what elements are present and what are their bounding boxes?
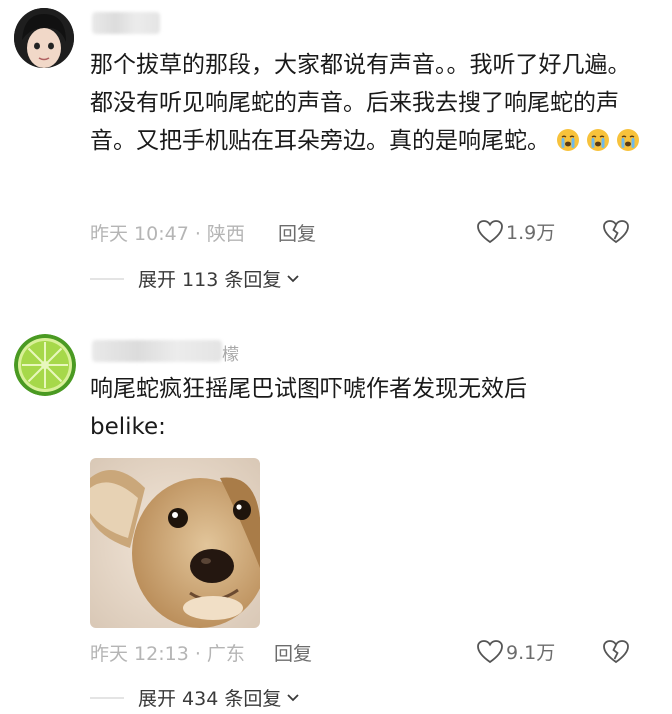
comment-text: 那个拔草的那段，大家都说有声音。。我听了好几遍。都没有听见响尾蛇的声音。后来我去… (90, 46, 640, 160)
expand-replies-label: 展开 113 条回复 (138, 269, 282, 291)
attached-dog-image[interactable] (90, 458, 260, 628)
heart-icon (477, 639, 503, 663)
broken-heart-icon[interactable] (602, 639, 630, 665)
like-count: 9.1万 (506, 642, 556, 664)
username-redacted (92, 340, 222, 362)
divider (90, 696, 124, 699)
expand-replies-label: 展开 434 条回复 (138, 688, 282, 710)
reply-button[interactable]: 回复 (278, 219, 316, 246)
user-avatar[interactable] (14, 8, 74, 68)
comment-timestamp-location: 昨天 12:13 · 广东 (90, 643, 245, 665)
comment-timestamp-location: 昨天 10:47 · 陕西 (90, 223, 245, 245)
heart-icon (477, 219, 503, 243)
comment-text-line-1: 响尾蛇疯狂摇尾巴试图吓唬作者发现无效后 (90, 376, 527, 402)
expand-replies-button[interactable]: 展开 434 条回复 (90, 684, 301, 711)
comment-1: 那个拔草的那段，大家都说有声音。。我听了好几遍。都没有听见响尾蛇的声音。后来我去… (0, 0, 672, 310)
crying-face-icon (587, 129, 609, 151)
like-button[interactable]: 9.1万 (476, 638, 555, 665)
like-button[interactable]: 1.9万 (476, 218, 555, 245)
expand-replies-button[interactable]: 展开 113 条回复 (90, 265, 301, 292)
chevron-down-icon (287, 274, 299, 282)
dog-photo (90, 458, 260, 628)
comment-text: 响尾蛇疯狂摇尾巴试图吓唬作者发现无效后 belike: (90, 370, 640, 446)
reply-button[interactable]: 回复 (274, 639, 312, 666)
divider (90, 277, 124, 280)
comment-text-line-2: belike: (90, 414, 166, 440)
lime-slice-icon (14, 334, 76, 396)
chevron-down-icon (287, 693, 299, 701)
crying-face-icon (617, 129, 639, 151)
like-count: 1.9万 (506, 222, 556, 244)
username-visible-part: 檬 (222, 345, 239, 365)
emoji-group (550, 128, 640, 154)
avatar-girl-icon (14, 8, 74, 68)
crying-face-icon (557, 129, 579, 151)
broken-heart-icon[interactable] (602, 219, 630, 245)
user-avatar[interactable] (14, 334, 76, 396)
username-redacted (92, 12, 160, 34)
